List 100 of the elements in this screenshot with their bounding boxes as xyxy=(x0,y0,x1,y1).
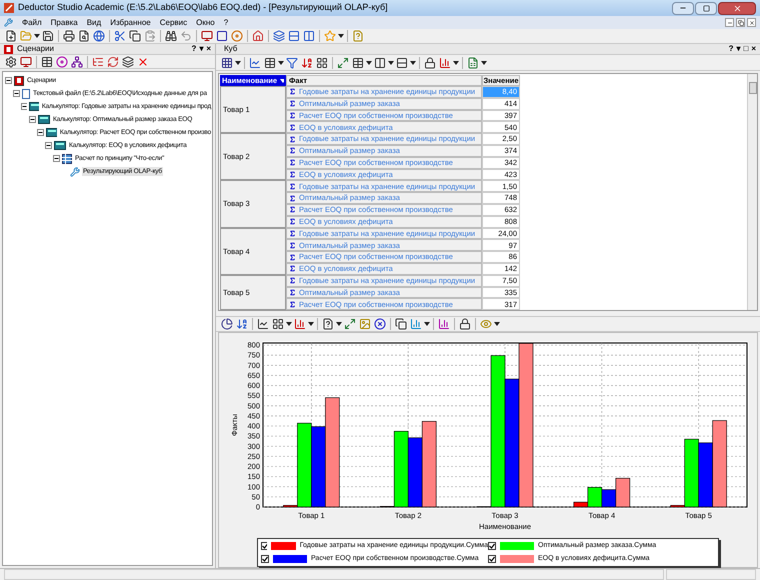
pane-control[interactable]: ▾ xyxy=(199,43,204,55)
pane-control[interactable]: ? xyxy=(728,43,734,55)
pane-control[interactable]: × xyxy=(751,43,756,55)
legend-checkbox[interactable] xyxy=(488,542,496,550)
pane-control[interactable]: ? xyxy=(191,43,196,55)
refresh-icon[interactable] xyxy=(106,54,120,68)
table-icon[interactable] xyxy=(263,56,277,70)
pane-control[interactable]: □ xyxy=(743,43,748,55)
copy-icon[interactable] xyxy=(128,29,142,43)
disc-icon[interactable] xyxy=(55,54,69,68)
scissors-icon[interactable] xyxy=(113,29,127,43)
caret-icon[interactable] xyxy=(410,60,416,64)
expand-toggle-icon[interactable] xyxy=(13,90,20,97)
menu-item[interactable]: Вид xyxy=(86,16,102,28)
expand-toggle-icon[interactable] xyxy=(53,155,60,162)
caret-icon[interactable] xyxy=(481,60,487,64)
preview-icon[interactable] xyxy=(77,29,91,43)
expand-toggle-icon[interactable] xyxy=(37,129,44,136)
caret-icon[interactable] xyxy=(366,60,372,64)
pane-control[interactable]: ▾ xyxy=(736,43,740,55)
help-icon[interactable] xyxy=(321,317,335,331)
caret-icon[interactable] xyxy=(424,322,430,326)
pie-chart-icon[interactable] xyxy=(220,317,234,331)
grid-icon[interactable] xyxy=(315,56,329,70)
expand-icon[interactable] xyxy=(343,317,357,331)
maximize-button[interactable] xyxy=(695,2,717,14)
layers-icon[interactable] xyxy=(121,54,135,68)
close-child-icon[interactable] xyxy=(747,18,756,27)
save-icon[interactable] xyxy=(41,29,55,43)
tile-rows-icon[interactable] xyxy=(287,29,301,43)
settings-icon[interactable] xyxy=(4,54,18,68)
binoculars-icon[interactable] xyxy=(164,29,178,43)
bar-chart-icon[interactable] xyxy=(293,317,307,331)
filter-icon[interactable] xyxy=(285,56,299,70)
menu-item[interactable]: Окно xyxy=(196,16,215,28)
menu-item[interactable]: Сервис xyxy=(160,16,188,28)
axes-icon[interactable] xyxy=(256,317,270,331)
legend-checkbox[interactable] xyxy=(261,554,269,563)
caret-icon[interactable] xyxy=(308,322,314,326)
legend-icon[interactable] xyxy=(271,317,285,331)
expand-toggle-icon[interactable] xyxy=(45,142,52,149)
expand-toggle-icon[interactable] xyxy=(5,77,12,84)
menu-item[interactable]: Избранное xyxy=(110,16,151,28)
bar-chart-icon[interactable] xyxy=(437,317,451,331)
caret-icon[interactable] xyxy=(453,60,459,64)
star-icon[interactable] xyxy=(323,29,337,43)
caret-icon[interactable] xyxy=(388,60,394,64)
close-button[interactable] xyxy=(718,2,756,14)
close-circle-icon[interactable] xyxy=(373,317,387,331)
caret-icon[interactable] xyxy=(338,34,344,38)
menu-item[interactable]: Файл xyxy=(22,16,42,28)
grid-icon xyxy=(62,154,72,164)
dropdown-icon[interactable] xyxy=(280,78,284,82)
globe-icon[interactable] xyxy=(92,29,106,43)
monitor-icon[interactable] xyxy=(19,54,33,68)
home-icon[interactable] xyxy=(251,29,265,43)
monitor-icon[interactable] xyxy=(200,29,214,43)
lock-icon[interactable] xyxy=(423,56,437,70)
square-icon[interactable] xyxy=(215,29,229,43)
table-icon[interactable] xyxy=(351,56,365,70)
scenario-icon xyxy=(4,44,13,54)
spreadsheet-icon[interactable] xyxy=(466,56,480,70)
close-icon[interactable] xyxy=(732,4,742,12)
network-icon[interactable] xyxy=(70,54,84,68)
lock-icon[interactable] xyxy=(458,317,472,331)
tile-columns-icon[interactable] xyxy=(302,29,316,43)
columns-icon[interactable] xyxy=(373,56,387,70)
rows-icon[interactable] xyxy=(395,56,409,70)
bar-chart-icon[interactable] xyxy=(438,56,452,70)
new-file-icon[interactable] xyxy=(4,29,18,43)
document-icon xyxy=(22,88,30,98)
menu-item[interactable]: Правка xyxy=(50,16,78,28)
legend-checkbox[interactable] xyxy=(261,542,267,550)
axes-icon[interactable] xyxy=(248,56,262,70)
caret-icon[interactable] xyxy=(34,34,40,38)
scrollbar-thumb[interactable] xyxy=(748,82,756,94)
expand-toggle-icon[interactable] xyxy=(21,103,27,110)
caret-icon[interactable] xyxy=(278,60,284,64)
expand-toggle-icon[interactable] xyxy=(29,116,36,123)
expand-icon[interactable] xyxy=(336,56,350,70)
caret-icon[interactable] xyxy=(286,322,292,326)
sort-icon[interactable] xyxy=(300,56,314,70)
minimize-child-icon[interactable] xyxy=(725,18,734,27)
cascade-icon[interactable] xyxy=(272,29,286,43)
sort-icon[interactable] xyxy=(235,317,249,331)
restore-child-icon[interactable] xyxy=(736,18,745,27)
caret-icon[interactable] xyxy=(336,322,342,326)
calculator-icon xyxy=(54,141,66,150)
calculator-icon xyxy=(46,128,57,137)
menu-item[interactable]: ? xyxy=(224,16,228,28)
copy-icon[interactable] xyxy=(394,317,408,331)
pane-title: Куб xyxy=(224,43,238,55)
caret-icon[interactable] xyxy=(494,322,500,326)
table-icon[interactable] xyxy=(40,54,54,68)
pane-control[interactable]: × xyxy=(206,43,211,55)
caret-icon[interactable] xyxy=(235,60,241,64)
legend-checkbox[interactable] xyxy=(488,554,496,563)
vertical-scrollbar[interactable] xyxy=(747,74,757,310)
printer-icon[interactable] xyxy=(62,29,76,43)
maximize-icon[interactable] xyxy=(702,4,710,12)
